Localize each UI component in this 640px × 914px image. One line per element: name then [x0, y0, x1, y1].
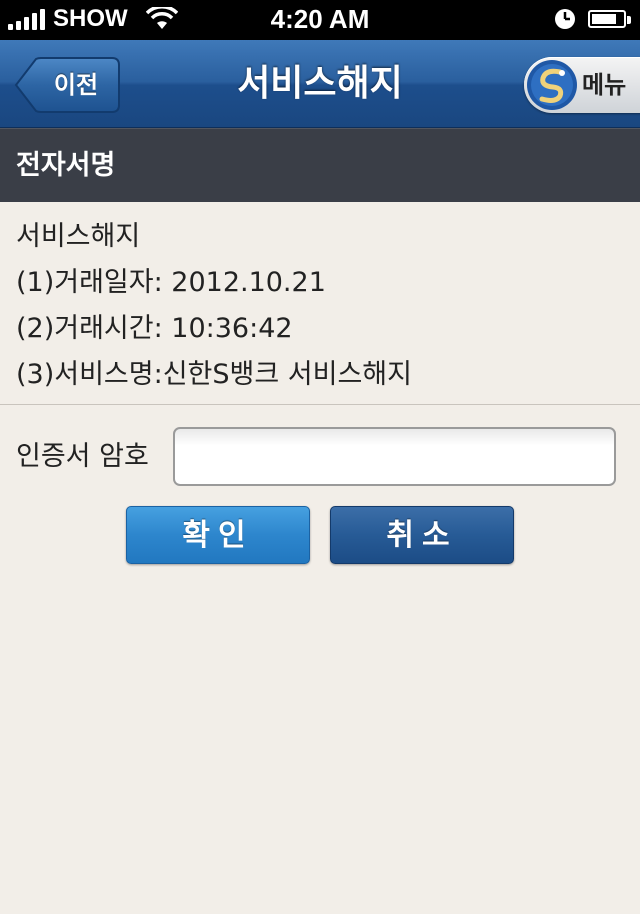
back-button[interactable]: 이전	[14, 57, 120, 113]
menu-button[interactable]: 메뉴	[524, 57, 640, 113]
info-line-service: 서비스해지	[16, 221, 141, 252]
battery-icon	[588, 8, 632, 30]
page-title: 서비스해지	[237, 63, 403, 104]
status-bar: SHOW 4:20 AM	[0, 0, 640, 40]
certificate-password-input[interactable]	[173, 427, 616, 486]
info-line-service-name: (3)서비스명:신한S뱅크 서비스해지	[16, 359, 412, 390]
certificate-password-label: 인증서 암호	[16, 441, 149, 472]
section-title: 전자서명	[16, 150, 116, 181]
info-line-time: (2)거래시간: 10:36:42	[16, 313, 293, 344]
orientation-lock-icon	[555, 9, 575, 29]
confirm-button[interactable]: 확인	[126, 506, 310, 564]
nav-bar: 이전 서비스해지 메뉴	[0, 40, 640, 128]
info-line-date: (1)거래일자: 2012.10.21	[16, 267, 326, 298]
divider	[0, 404, 640, 405]
status-time: 4:20 AM	[270, 4, 370, 34]
section-header: 전자서명	[0, 128, 640, 202]
shinhan-logo-icon	[527, 60, 577, 110]
transaction-info: 서비스해지 (1)거래일자: 2012.10.21 (2)거래시간: 10:36…	[16, 214, 626, 398]
status-right	[554, 8, 632, 30]
back-button-label: 이전	[53, 71, 99, 99]
cancel-button[interactable]: 취소	[330, 506, 514, 564]
menu-button-label: 메뉴	[582, 71, 627, 99]
